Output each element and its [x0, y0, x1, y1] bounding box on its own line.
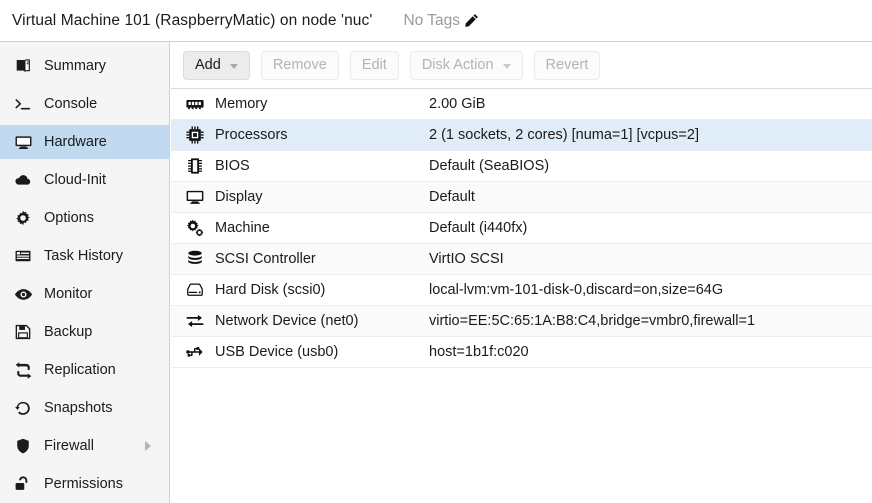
sidebar-item-hardware[interactable]: Hardware: [0, 125, 169, 159]
eye-icon: [13, 284, 33, 304]
add-button[interactable]: Add: [183, 50, 250, 80]
sidebar-item-list: Summary Console Hardware Cloud-Init Options T…: [0, 49, 169, 503]
hardware-value: 2.00 GiB: [429, 96, 486, 112]
sidebar-item-options[interactable]: Options: [0, 201, 169, 235]
remove-button: Remove: [260, 50, 339, 80]
sidebar-item-label: Backup: [44, 324, 93, 340]
harddisk-icon: [184, 279, 206, 301]
hardware-value: host=1b1f:c020: [429, 344, 529, 360]
shield-icon: [13, 436, 33, 456]
cogs-icon: [184, 217, 206, 239]
page-header: Virtual Machine 101 (RaspberryMatic) on …: [0, 0, 872, 42]
chevron-right-icon[interactable]: [145, 441, 151, 451]
hardware-value: 2 (1 sockets, 2 cores) [numa=1] [vcpus=2…: [429, 127, 699, 143]
hardware-key: Hard Disk (scsi0): [215, 282, 326, 298]
sidebar-item-label: Replication: [44, 362, 116, 378]
sidebar-item-summary[interactable]: Summary: [0, 49, 169, 83]
page-title: Virtual Machine 101 (RaspberryMatic) on …: [12, 11, 373, 29]
sidebar-item-cloud-init[interactable]: Cloud-Init: [0, 163, 169, 197]
table-row[interactable]: Hard Disk (scsi0) local-lvm:vm-101-disk-0…: [171, 275, 872, 306]
memory-icon: [184, 93, 206, 115]
chevron-down-icon: [502, 63, 511, 69]
button-label: Add: [195, 57, 221, 73]
book-icon: [13, 56, 33, 76]
table-row[interactable]: Processors 2 (1 sockets, 2 cores) [numa=1…: [171, 120, 872, 151]
sidebar-top-spacer: [0, 42, 169, 49]
retweet-icon: [13, 360, 33, 380]
hardware-value: Default (SeaBIOS): [429, 158, 550, 174]
hardware-value: VirtIO SCSI: [429, 251, 504, 267]
button-label: Revert: [545, 57, 589, 73]
button-label: Remove: [272, 57, 327, 73]
hardware-key: Processors: [215, 127, 288, 143]
cpu-icon: [184, 124, 206, 146]
microchip-icon: [184, 155, 206, 177]
exchange-icon: [184, 310, 206, 332]
hardware-value: virtio=EE:5C:65:1A:B8:C4,bridge=vmbr0,fi…: [429, 313, 756, 329]
tags-label: No Tags: [403, 11, 461, 29]
table-row[interactable]: Machine Default (i440fx): [171, 213, 872, 244]
hardware-key: Machine: [215, 220, 270, 236]
hardware-panel: Add Remove Edit Disk Action Revert Memory 2.0…: [171, 42, 872, 503]
sidebar-item-task-history[interactable]: Task History: [0, 239, 169, 273]
sidebar-item-label: Options: [44, 210, 94, 226]
sidebar-nav: Summary Console Hardware Cloud-Init Options T…: [0, 42, 170, 503]
sidebar-item-monitor[interactable]: Monitor: [0, 277, 169, 311]
hardware-key: USB Device (usb0): [215, 344, 339, 360]
usb-icon: [184, 341, 206, 363]
database-icon: [184, 248, 206, 270]
display-icon: [184, 186, 206, 208]
edit-button: Edit: [349, 50, 399, 80]
table-row[interactable]: BIOS Default (SeaBIOS): [171, 151, 872, 182]
sidebar-item-firewall[interactable]: Firewall: [0, 429, 169, 463]
tags-area[interactable]: No Tags: [403, 12, 479, 30]
button-label: Disk Action: [421, 57, 494, 73]
sidebar-item-snapshots[interactable]: Snapshots: [0, 391, 169, 425]
button-label: Edit: [361, 57, 387, 73]
sidebar-item-label: Permissions: [44, 476, 123, 492]
table-row[interactable]: SCSI Controller VirtIO SCSI: [171, 244, 872, 275]
chevron-down-icon[interactable]: [229, 63, 238, 69]
sidebar-item-label: Cloud-Init: [44, 172, 107, 188]
hardware-key: Network Device (net0): [215, 313, 359, 329]
sidebar-item-replication[interactable]: Replication: [0, 353, 169, 387]
hardware-key: Display: [215, 189, 263, 205]
floppy-disk-icon: [13, 322, 33, 342]
hardware-value: Default: [429, 189, 475, 205]
hardware-value: Default (i440fx): [429, 220, 528, 236]
table-row[interactable]: USB Device (usb0) host=1b1f:c020: [171, 337, 872, 368]
disk-action-button: Disk Action: [409, 50, 523, 80]
table-row[interactable]: Display Default: [171, 182, 872, 213]
sidebar-item-permissions[interactable]: Permissions: [0, 467, 169, 501]
sidebar-item-label: Console: [44, 96, 98, 112]
sidebar-item-label: Hardware: [44, 134, 107, 150]
sidebar-item-label: Summary: [44, 58, 107, 74]
sidebar-item-backup[interactable]: Backup: [0, 315, 169, 349]
terminal-icon: [13, 94, 33, 114]
unlock-icon: [13, 474, 33, 494]
sidebar-item-label: Monitor: [44, 286, 93, 302]
list-icon: [13, 246, 33, 266]
hardware-key: SCSI Controller: [215, 251, 316, 267]
monitor-icon: [13, 132, 33, 152]
hardware-table: Memory 2.00 GiB Processors 2 (1 sockets, 2 …: [171, 89, 872, 368]
pencil-icon[interactable]: [464, 13, 479, 28]
sidebar-item-label: Firewall: [44, 438, 94, 454]
history-icon: [13, 398, 33, 418]
table-row[interactable]: Network Device (net0) virtio=EE:5C:65:1A:…: [171, 306, 872, 337]
sidebar-item-label: Task History: [44, 248, 123, 264]
hardware-key: BIOS: [215, 158, 250, 174]
hardware-toolbar: Add Remove Edit Disk Action Revert: [171, 42, 872, 89]
hardware-value: local-lvm:vm-101-disk-0,discard=on,size=…: [429, 282, 724, 298]
gear-icon: [13, 208, 33, 228]
proxmox-vm-hardware-page: Virtual Machine 101 (RaspberryMatic) on …: [0, 0, 872, 503]
sidebar-item-console[interactable]: Console: [0, 87, 169, 121]
cloud-icon: [13, 170, 33, 190]
hardware-key: Memory: [215, 96, 268, 112]
table-row[interactable]: Memory 2.00 GiB: [171, 89, 872, 120]
sidebar-item-label: Snapshots: [44, 400, 113, 416]
revert-button: Revert: [533, 50, 601, 80]
